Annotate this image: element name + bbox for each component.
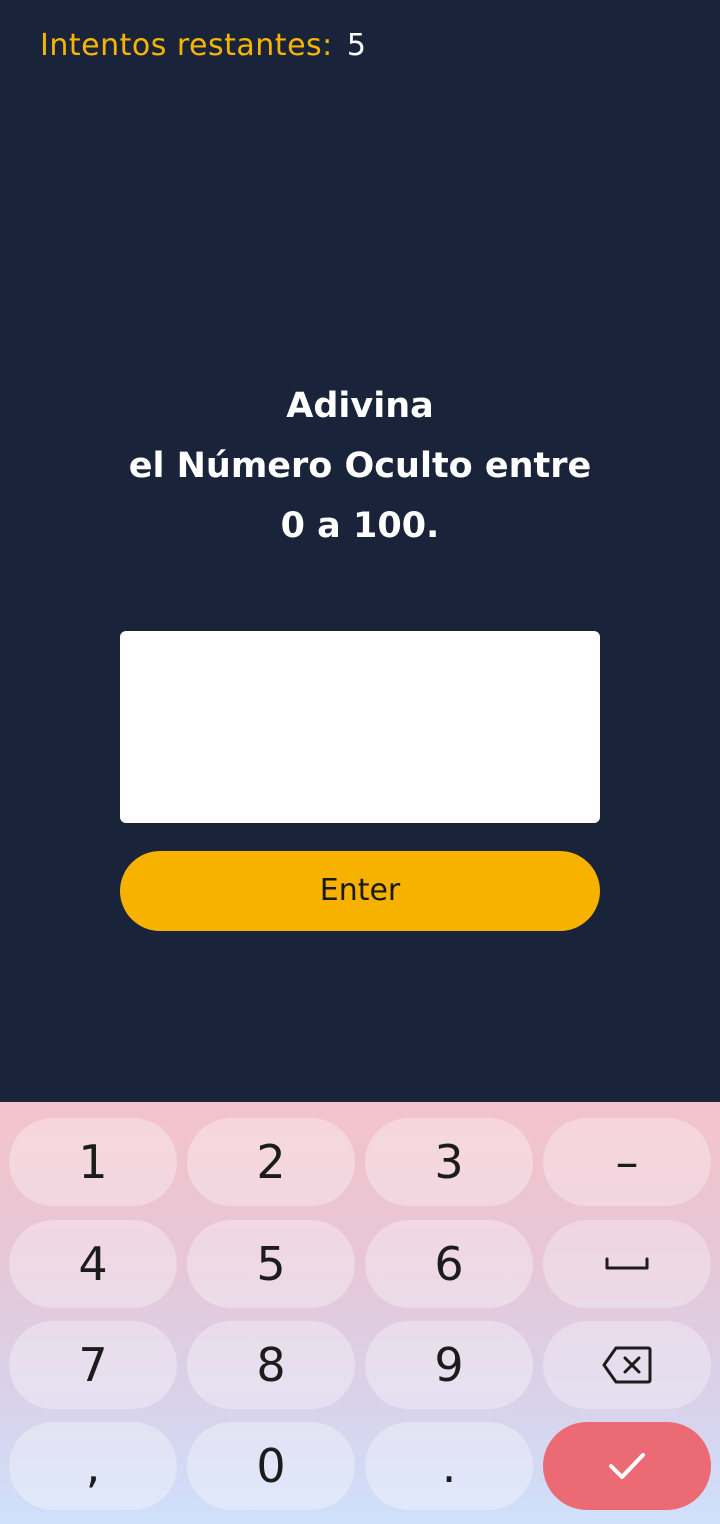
backspace-icon	[602, 1346, 652, 1384]
key-7[interactable]: 7	[9, 1321, 177, 1409]
guess-input[interactable]	[120, 631, 600, 823]
key-period[interactable]: .	[365, 1422, 533, 1510]
key-minus[interactable]: –	[543, 1118, 711, 1206]
key-3[interactable]: 3	[365, 1118, 533, 1206]
key-0[interactable]: 0	[187, 1422, 355, 1510]
enter-button[interactable]: Enter	[120, 851, 600, 931]
prompt-text: Adivina el Número Oculto entre 0 a 100.	[0, 376, 720, 556]
screen: Intentos restantes: 5 Adivina el Número …	[0, 0, 720, 1524]
key-2[interactable]: 2	[187, 1118, 355, 1206]
game-screen: Intentos restantes: 5 Adivina el Número …	[0, 0, 720, 1102]
key-1[interactable]: 1	[9, 1118, 177, 1206]
prompt-line-1: Adivina	[286, 386, 434, 426]
key-backspace[interactable]	[543, 1321, 711, 1409]
key-comma[interactable]: ,	[9, 1422, 177, 1510]
key-space[interactable]	[543, 1220, 711, 1308]
attempts-remaining: Intentos restantes: 5	[40, 28, 366, 63]
key-5[interactable]: 5	[187, 1220, 355, 1308]
key-9[interactable]: 9	[365, 1321, 533, 1409]
attempts-label: Intentos restantes:	[40, 28, 333, 63]
key-8[interactable]: 8	[187, 1321, 355, 1409]
numeric-keyboard: 1 2 3 – 4 5 6 7 8 9 , 0 .	[0, 1102, 720, 1524]
prompt-line-3: 0 a 100.	[280, 506, 440, 546]
key-done[interactable]	[543, 1422, 711, 1510]
key-6[interactable]: 6	[365, 1220, 533, 1308]
attempts-count: 5	[346, 28, 367, 63]
key-4[interactable]: 4	[9, 1220, 177, 1308]
space-icon	[605, 1257, 649, 1270]
check-icon	[609, 1453, 645, 1479]
prompt-line-2: el Número Oculto entre	[128, 446, 592, 486]
